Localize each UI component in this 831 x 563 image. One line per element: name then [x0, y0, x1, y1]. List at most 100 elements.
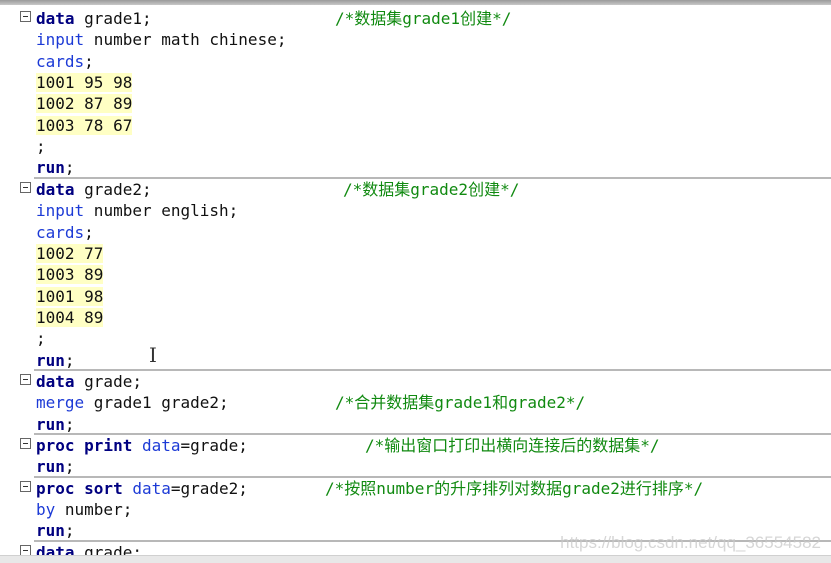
code-token: grade1 grade2;	[84, 393, 229, 413]
keyword: run	[36, 158, 65, 178]
code-token: =grade2;	[170, 478, 248, 498]
code-text: proc print data=grade;	[36, 435, 248, 456]
sas-program-editor[interactable]: data grade1; /*数据集grade1创建*/ input number …	[0, 5, 831, 562]
code-line[interactable]: merge grade1 grade2; /*合并数据集grade1和grade2…	[0, 392, 831, 413]
code-line[interactable]: run;	[0, 350, 831, 371]
code-token: ;	[64, 414, 75, 434]
code-text: 1003 89	[36, 264, 104, 285]
code-token: number math chinese;	[84, 30, 287, 50]
code-line[interactable]: 1003 89	[0, 264, 831, 285]
code-line[interactable]: cards;	[0, 222, 831, 243]
code-line[interactable]: run;	[0, 414, 831, 435]
collapse-minus-icon[interactable]	[20, 373, 31, 385]
code-text: 1004 89	[36, 307, 104, 328]
code-line[interactable]: input number math chinese;	[0, 29, 831, 50]
datalines-text: 1002 77	[36, 243, 104, 263]
code-text: data grade;	[36, 371, 142, 392]
code-line[interactable]: cards;	[0, 51, 831, 72]
code-comment: /*输出窗口打印出横向连接后的数据集*/	[365, 436, 660, 455]
code-text: by number;	[36, 499, 132, 520]
code-text: proc sort data=grade2;	[36, 478, 248, 499]
datalines-text: 1001 98	[36, 286, 104, 306]
code-token: ;	[64, 457, 75, 477]
code-line[interactable]: 1003 78 67	[0, 115, 831, 136]
code-line[interactable]: run;	[0, 157, 831, 178]
statement-keyword: merge	[36, 393, 85, 413]
code-text: data grade1;	[36, 8, 152, 29]
statement-keyword: input	[36, 201, 85, 221]
collapse-minus-icon[interactable]	[20, 181, 31, 193]
code-line[interactable]: 1002 77	[0, 243, 831, 264]
datalines-text: 1003 78 67	[36, 115, 133, 135]
keyword: proc sort	[36, 478, 123, 498]
code-token: grade1;	[74, 9, 152, 28]
code-token: ;	[84, 222, 94, 242]
code-comment: /*合并数据集grade1和grade2*/	[335, 393, 586, 413]
keyword: proc print	[36, 436, 133, 455]
datalines-text: 1003 89	[36, 265, 104, 285]
code-line[interactable]: data grade1; /*数据集grade1创建*/	[0, 8, 831, 29]
statement-keyword: cards	[36, 222, 85, 242]
code-line[interactable]: proc sort data=grade2; /*按照number的升序排列对数据…	[0, 478, 831, 499]
collapse-minus-icon[interactable]	[20, 438, 31, 449]
code-text: input number english;	[36, 200, 238, 221]
code-text: data grade2;	[36, 179, 152, 200]
collapse-minus-icon[interactable]	[20, 480, 31, 492]
statement-keyword: data	[141, 436, 181, 455]
code-token: ;	[64, 350, 75, 370]
code-token: ;	[64, 158, 75, 178]
code-token: grade;	[74, 371, 142, 391]
code-line[interactable]: ;	[0, 328, 831, 349]
keyword: run	[36, 457, 65, 477]
code-text: input number math chinese;	[36, 29, 286, 50]
code-text: run;	[36, 157, 75, 178]
code-text: 1003 78 67	[36, 115, 133, 136]
code-line[interactable]: 1002 87 89	[0, 93, 831, 114]
code-line[interactable]: run;	[0, 456, 831, 477]
code-text: run;	[36, 350, 75, 371]
code-token: ;	[36, 329, 46, 349]
code-token: =grade;	[180, 436, 248, 455]
statement-keyword: input	[36, 30, 85, 50]
text-cursor-ibeam-icon: I	[149, 343, 157, 367]
statement-keyword: cards	[36, 51, 85, 71]
code-text: ;	[36, 136, 46, 157]
code-line[interactable]: 1001 95 98	[0, 72, 831, 93]
code-token: number;	[55, 500, 133, 520]
code-line[interactable]: input number english;	[0, 200, 831, 221]
code-token: number english;	[84, 201, 239, 221]
code-text: run;	[36, 414, 75, 435]
code-line[interactable]: proc print data=grade; /*输出窗口打印出横向连接后的数据集…	[0, 435, 831, 456]
code-token: grade2;	[74, 179, 152, 199]
code-text: ;	[36, 328, 46, 349]
code-line[interactable]: 1004 89	[0, 307, 831, 328]
statement-keyword: by	[36, 500, 56, 520]
datalines-text: 1004 89	[36, 307, 104, 327]
code-text: cards;	[36, 51, 94, 72]
code-line[interactable]: ;	[0, 136, 831, 157]
keyword: data	[36, 371, 75, 391]
code-token: ;	[64, 521, 75, 541]
code-line[interactable]: data grade;	[0, 371, 831, 392]
statement-keyword: data	[132, 478, 171, 498]
code-text: 1001 95 98	[36, 72, 133, 93]
code-text: 1002 87 89	[36, 93, 133, 114]
keyword: data	[36, 9, 75, 28]
code-comment: /*数据集grade1创建*/	[335, 9, 512, 28]
keyword: run	[36, 350, 65, 370]
code-text: cards;	[36, 222, 94, 243]
code-text: run;	[36, 456, 75, 477]
keyword: run	[36, 521, 65, 541]
code-line[interactable]: by number;	[0, 499, 831, 520]
code-text: 1001 98	[36, 286, 104, 307]
datalines-text: 1002 87 89	[36, 94, 133, 114]
datalines-text: 1001 95 98	[36, 73, 133, 93]
collapse-minus-icon[interactable]	[20, 11, 31, 22]
code-text: 1002 77	[36, 243, 104, 264]
code-line[interactable]: 1001 98	[0, 286, 831, 307]
code-token: ;	[36, 137, 46, 157]
code-text: merge grade1 grade2;	[36, 392, 229, 413]
code-line[interactable]: data grade2; /*数据集grade2创建*/	[0, 179, 831, 200]
